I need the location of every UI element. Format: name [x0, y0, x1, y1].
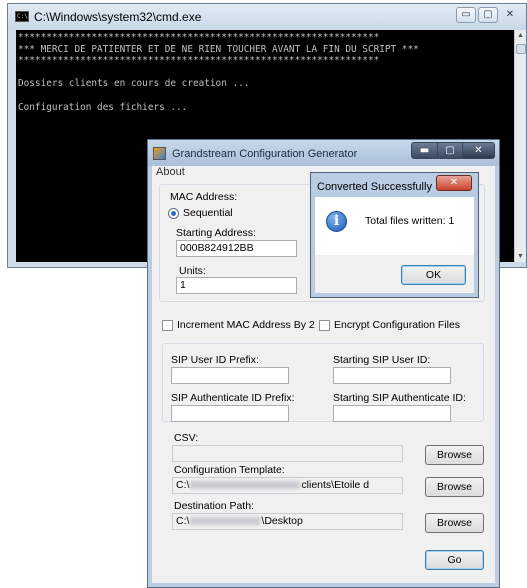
app-title: Grandstream Configuration Generator: [172, 148, 358, 160]
minimize-button[interactable]: ▭: [456, 7, 476, 23]
redacted-path: [190, 517, 261, 526]
app-maximize-button[interactable]: ▢: [437, 142, 463, 159]
sequential-label: Sequential: [183, 207, 233, 219]
destination-path-prefix: C:\: [176, 515, 190, 527]
close-button[interactable]: ✕: [500, 7, 520, 23]
sip-user-prefix-input[interactable]: [171, 367, 289, 384]
increment-mac-label: Increment MAC Address By 2: [177, 319, 315, 331]
info-icon: i: [326, 211, 347, 232]
console-text: ****************************************…: [18, 32, 419, 113]
starting-sip-user-label: Starting SIP User ID:: [333, 354, 431, 366]
dialog-message: Total files written: 1: [365, 215, 455, 227]
mac-address-label: MAC Address:: [170, 191, 238, 203]
app-minimize-button[interactable]: ▬: [411, 142, 438, 159]
maximize-button[interactable]: ▢: [478, 7, 498, 23]
template-label: Configuration Template:: [174, 464, 285, 476]
template-path-suffix: clients\Etoile d: [301, 479, 370, 491]
cmd-titlebar[interactable]: C:\ C:\Windows\system32\cmd.exe ▭ ▢ ✕: [8, 4, 526, 30]
dialog-close-button[interactable]: ✕: [436, 175, 472, 191]
cmd-icon: C:\: [15, 11, 29, 22]
template-path-prefix: C:\: [176, 479, 190, 491]
encrypt-checkbox[interactable]: [319, 320, 330, 331]
app-close-button[interactable]: ✕: [462, 142, 495, 159]
menu-about[interactable]: About: [156, 166, 185, 178]
starting-sip-auth-label: Starting SIP Authenticate ID:: [333, 392, 466, 404]
csv-path-field[interactable]: [172, 445, 403, 462]
starting-address-label: Starting Address:: [176, 227, 256, 239]
redacted-path: [190, 481, 301, 490]
sip-auth-prefix-input[interactable]: [171, 405, 289, 422]
destination-path-suffix: \Desktop: [261, 515, 303, 527]
cmd-title: C:\Windows\system32\cmd.exe: [34, 10, 202, 24]
dialog-titlebar[interactable]: Converted Successfully ✕: [311, 173, 478, 195]
sip-user-prefix-label: SIP User ID Prefix:: [171, 354, 259, 366]
destination-label: Destination Path:: [174, 500, 254, 512]
units-label: Units:: [179, 265, 206, 277]
starting-address-input[interactable]: 000B824912BB: [176, 240, 297, 257]
destination-browse-button[interactable]: Browse: [425, 513, 484, 533]
app-titlebar[interactable]: Grandstream Configuration Generator ▬ ▢ …: [148, 140, 499, 166]
sequential-radio[interactable]: [168, 208, 179, 219]
ok-button[interactable]: OK: [401, 265, 466, 285]
csv-label: CSV:: [174, 432, 199, 444]
success-dialog: Converted Successfully ✕ i Total files w…: [310, 172, 479, 298]
template-path-field[interactable]: C:\ clients\Etoile d: [172, 477, 403, 494]
starting-sip-auth-input[interactable]: [333, 405, 451, 422]
go-button[interactable]: Go: [425, 550, 484, 570]
scroll-thumb[interactable]: [516, 44, 526, 54]
dialog-title: Converted Successfully: [317, 181, 432, 193]
scroll-up-icon[interactable]: ▲: [517, 32, 524, 39]
sip-auth-prefix-label: SIP Authenticate ID Prefix:: [171, 392, 295, 404]
starting-sip-user-input[interactable]: [333, 367, 451, 384]
console-scrollbar[interactable]: ▲ ▼: [514, 30, 526, 262]
increment-mac-checkbox[interactable]: [162, 320, 173, 331]
destination-path-field[interactable]: C:\ \Desktop: [172, 513, 403, 530]
dialog-footer: OK: [315, 255, 474, 293]
dialog-body: i Total files written: 1: [315, 197, 474, 255]
template-browse-button[interactable]: Browse: [425, 477, 484, 497]
csv-browse-button[interactable]: Browse: [425, 445, 484, 465]
app-icon: [153, 147, 166, 160]
encrypt-label: Encrypt Configuration Files: [334, 319, 461, 331]
units-input[interactable]: 1: [176, 277, 297, 294]
scroll-down-icon[interactable]: ▼: [517, 253, 524, 260]
